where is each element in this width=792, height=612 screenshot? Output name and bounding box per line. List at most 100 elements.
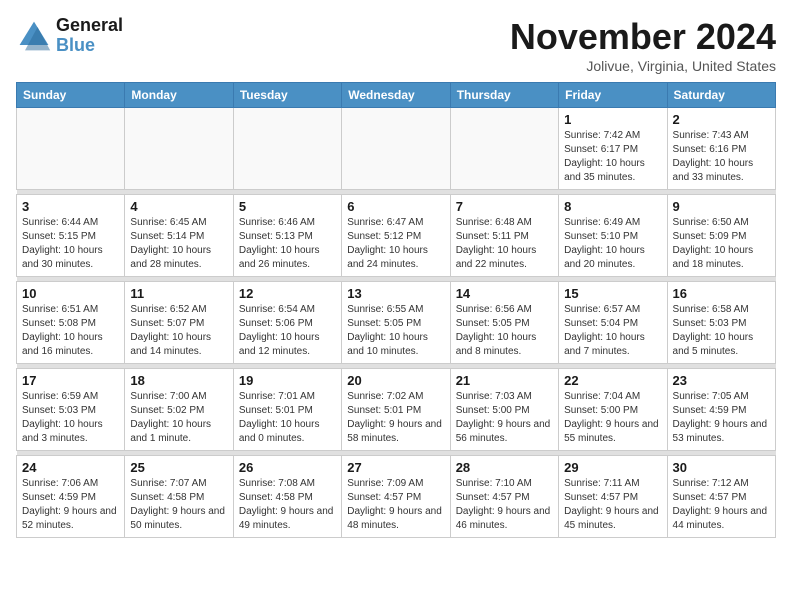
day-number: 2 [673,112,770,127]
day-number: 8 [564,199,661,214]
calendar-table: SundayMondayTuesdayWednesdayThursdayFrid… [16,82,776,538]
day-info: Sunrise: 7:09 AM Sunset: 4:57 PM Dayligh… [347,477,444,533]
calendar-cell [17,108,125,190]
day-number: 10 [22,286,119,301]
day-info: Sunrise: 6:48 AM Sunset: 5:11 PM Dayligh… [456,216,553,272]
day-info: Sunrise: 7:43 AM Sunset: 6:16 PM Dayligh… [673,129,770,185]
day-info: Sunrise: 6:57 AM Sunset: 5:04 PM Dayligh… [564,303,661,359]
day-number: 12 [239,286,336,301]
day-number: 11 [130,286,227,301]
day-info: Sunrise: 7:03 AM Sunset: 5:00 PM Dayligh… [456,390,553,446]
day-number: 27 [347,460,444,475]
calendar-cell: 19 Sunrise: 7:01 AM Sunset: 5:01 PM Dayli… [233,369,341,451]
calendar-cell: 20 Sunrise: 7:02 AM Sunset: 5:01 PM Dayli… [342,369,450,451]
day-number: 24 [22,460,119,475]
day-info: Sunrise: 6:46 AM Sunset: 5:13 PM Dayligh… [239,216,336,272]
calendar-cell: 24 Sunrise: 7:06 AM Sunset: 4:59 PM Dayli… [17,456,125,538]
calendar-cell: 23Sunrise: 7:05 AM Sunset: 4:59 PM Dayli… [667,369,775,451]
calendar-cell: 10 Sunrise: 6:51 AM Sunset: 5:08 PM Dayli… [17,282,125,364]
day-info: Sunrise: 7:01 AM Sunset: 5:01 PM Dayligh… [239,390,336,446]
calendar-week-row: 24 Sunrise: 7:06 AM Sunset: 4:59 PM Dayli… [17,456,776,538]
calendar-cell: 12 Sunrise: 6:54 AM Sunset: 5:06 PM Dayli… [233,282,341,364]
calendar-cell: 16 Sunrise: 6:58 AM Sunset: 5:03 PM Dayli… [667,282,775,364]
calendar-cell: 1 Sunrise: 7:42 AM Sunset: 6:17 PM Daylig… [559,108,667,190]
calendar-cell: 21 Sunrise: 7:03 AM Sunset: 5:00 PM Dayli… [450,369,558,451]
weekday-header: Monday [125,83,233,108]
day-number: 21 [456,373,553,388]
day-info: Sunrise: 7:06 AM Sunset: 4:59 PM Dayligh… [22,477,119,533]
page-header: General Blue November 2024 Jolivue, Virg… [16,16,776,74]
day-number: 3 [22,199,119,214]
calendar-cell [233,108,341,190]
location: Jolivue, Virginia, United States [510,58,776,74]
day-info: Sunrise: 6:59 AM Sunset: 5:03 PM Dayligh… [22,390,119,446]
day-info: Sunrise: 7:04 AM Sunset: 5:00 PM Dayligh… [564,390,661,446]
day-number: 18 [130,373,227,388]
weekday-header: Wednesday [342,83,450,108]
calendar-cell [450,108,558,190]
day-number: 26 [239,460,336,475]
calendar-week-row: 17Sunrise: 6:59 AM Sunset: 5:03 PM Dayli… [17,369,776,451]
calendar-cell: 22 Sunrise: 7:04 AM Sunset: 5:00 PM Dayli… [559,369,667,451]
day-info: Sunrise: 6:58 AM Sunset: 5:03 PM Dayligh… [673,303,770,359]
logo: General Blue [16,16,123,56]
day-info: Sunrise: 6:49 AM Sunset: 5:10 PM Dayligh… [564,216,661,272]
day-number: 30 [673,460,770,475]
day-info: Sunrise: 7:10 AM Sunset: 4:57 PM Dayligh… [456,477,553,533]
day-info: Sunrise: 6:56 AM Sunset: 5:05 PM Dayligh… [456,303,553,359]
day-number: 5 [239,199,336,214]
calendar-cell: 26 Sunrise: 7:08 AM Sunset: 4:58 PM Dayli… [233,456,341,538]
day-info: Sunrise: 6:44 AM Sunset: 5:15 PM Dayligh… [22,216,119,272]
day-number: 7 [456,199,553,214]
day-number: 28 [456,460,553,475]
day-number: 1 [564,112,661,127]
weekday-header: Saturday [667,83,775,108]
calendar-cell: 15Sunrise: 6:57 AM Sunset: 5:04 PM Dayli… [559,282,667,364]
calendar-cell: 7 Sunrise: 6:48 AM Sunset: 5:11 PM Daylig… [450,195,558,277]
day-info: Sunrise: 6:47 AM Sunset: 5:12 PM Dayligh… [347,216,444,272]
day-number: 13 [347,286,444,301]
day-number: 16 [673,286,770,301]
day-number: 22 [564,373,661,388]
day-info: Sunrise: 7:08 AM Sunset: 4:58 PM Dayligh… [239,477,336,533]
day-info: Sunrise: 6:55 AM Sunset: 5:05 PM Dayligh… [347,303,444,359]
calendar-cell: 6 Sunrise: 6:47 AM Sunset: 5:12 PM Daylig… [342,195,450,277]
title-block: November 2024 Jolivue, Virginia, United … [510,16,776,74]
calendar-week-row: 10 Sunrise: 6:51 AM Sunset: 5:08 PM Dayli… [17,282,776,364]
day-info: Sunrise: 7:12 AM Sunset: 4:57 PM Dayligh… [673,477,770,533]
calendar-cell: 27 Sunrise: 7:09 AM Sunset: 4:57 PM Dayli… [342,456,450,538]
day-number: 20 [347,373,444,388]
weekday-header: Tuesday [233,83,341,108]
day-number: 19 [239,373,336,388]
day-info: Sunrise: 7:02 AM Sunset: 5:01 PM Dayligh… [347,390,444,446]
day-info: Sunrise: 6:50 AM Sunset: 5:09 PM Dayligh… [673,216,770,272]
calendar-cell [342,108,450,190]
day-info: Sunrise: 7:00 AM Sunset: 5:02 PM Dayligh… [130,390,227,446]
calendar-week-row: 3 Sunrise: 6:44 AM Sunset: 5:15 PM Daylig… [17,195,776,277]
weekday-header: Sunday [17,83,125,108]
calendar-cell: 4Sunrise: 6:45 AM Sunset: 5:14 PM Daylig… [125,195,233,277]
weekday-header: Friday [559,83,667,108]
day-info: Sunrise: 7:05 AM Sunset: 4:59 PM Dayligh… [673,390,770,446]
day-number: 6 [347,199,444,214]
day-info: Sunrise: 7:07 AM Sunset: 4:58 PM Dayligh… [130,477,227,533]
day-number: 25 [130,460,227,475]
day-info: Sunrise: 6:54 AM Sunset: 5:06 PM Dayligh… [239,303,336,359]
day-info: Sunrise: 6:52 AM Sunset: 5:07 PM Dayligh… [130,303,227,359]
day-info: Sunrise: 7:11 AM Sunset: 4:57 PM Dayligh… [564,477,661,533]
month-title: November 2024 [510,16,776,58]
day-info: Sunrise: 6:45 AM Sunset: 5:14 PM Dayligh… [130,216,227,272]
day-info: Sunrise: 6:51 AM Sunset: 5:08 PM Dayligh… [22,303,119,359]
weekday-header: Thursday [450,83,558,108]
calendar-cell: 8 Sunrise: 6:49 AM Sunset: 5:10 PM Daylig… [559,195,667,277]
calendar-cell: 3 Sunrise: 6:44 AM Sunset: 5:15 PM Daylig… [17,195,125,277]
calendar-cell: 11 Sunrise: 6:52 AM Sunset: 5:07 PM Dayli… [125,282,233,364]
calendar-cell: 5 Sunrise: 6:46 AM Sunset: 5:13 PM Daylig… [233,195,341,277]
calendar-cell: 30 Sunrise: 7:12 AM Sunset: 4:57 PM Dayli… [667,456,775,538]
calendar-cell: 17Sunrise: 6:59 AM Sunset: 5:03 PM Dayli… [17,369,125,451]
day-number: 29 [564,460,661,475]
day-number: 9 [673,199,770,214]
logo-text: General Blue [56,16,123,56]
calendar-cell: 14Sunrise: 6:56 AM Sunset: 5:05 PM Dayli… [450,282,558,364]
day-info: Sunrise: 7:42 AM Sunset: 6:17 PM Dayligh… [564,129,661,185]
